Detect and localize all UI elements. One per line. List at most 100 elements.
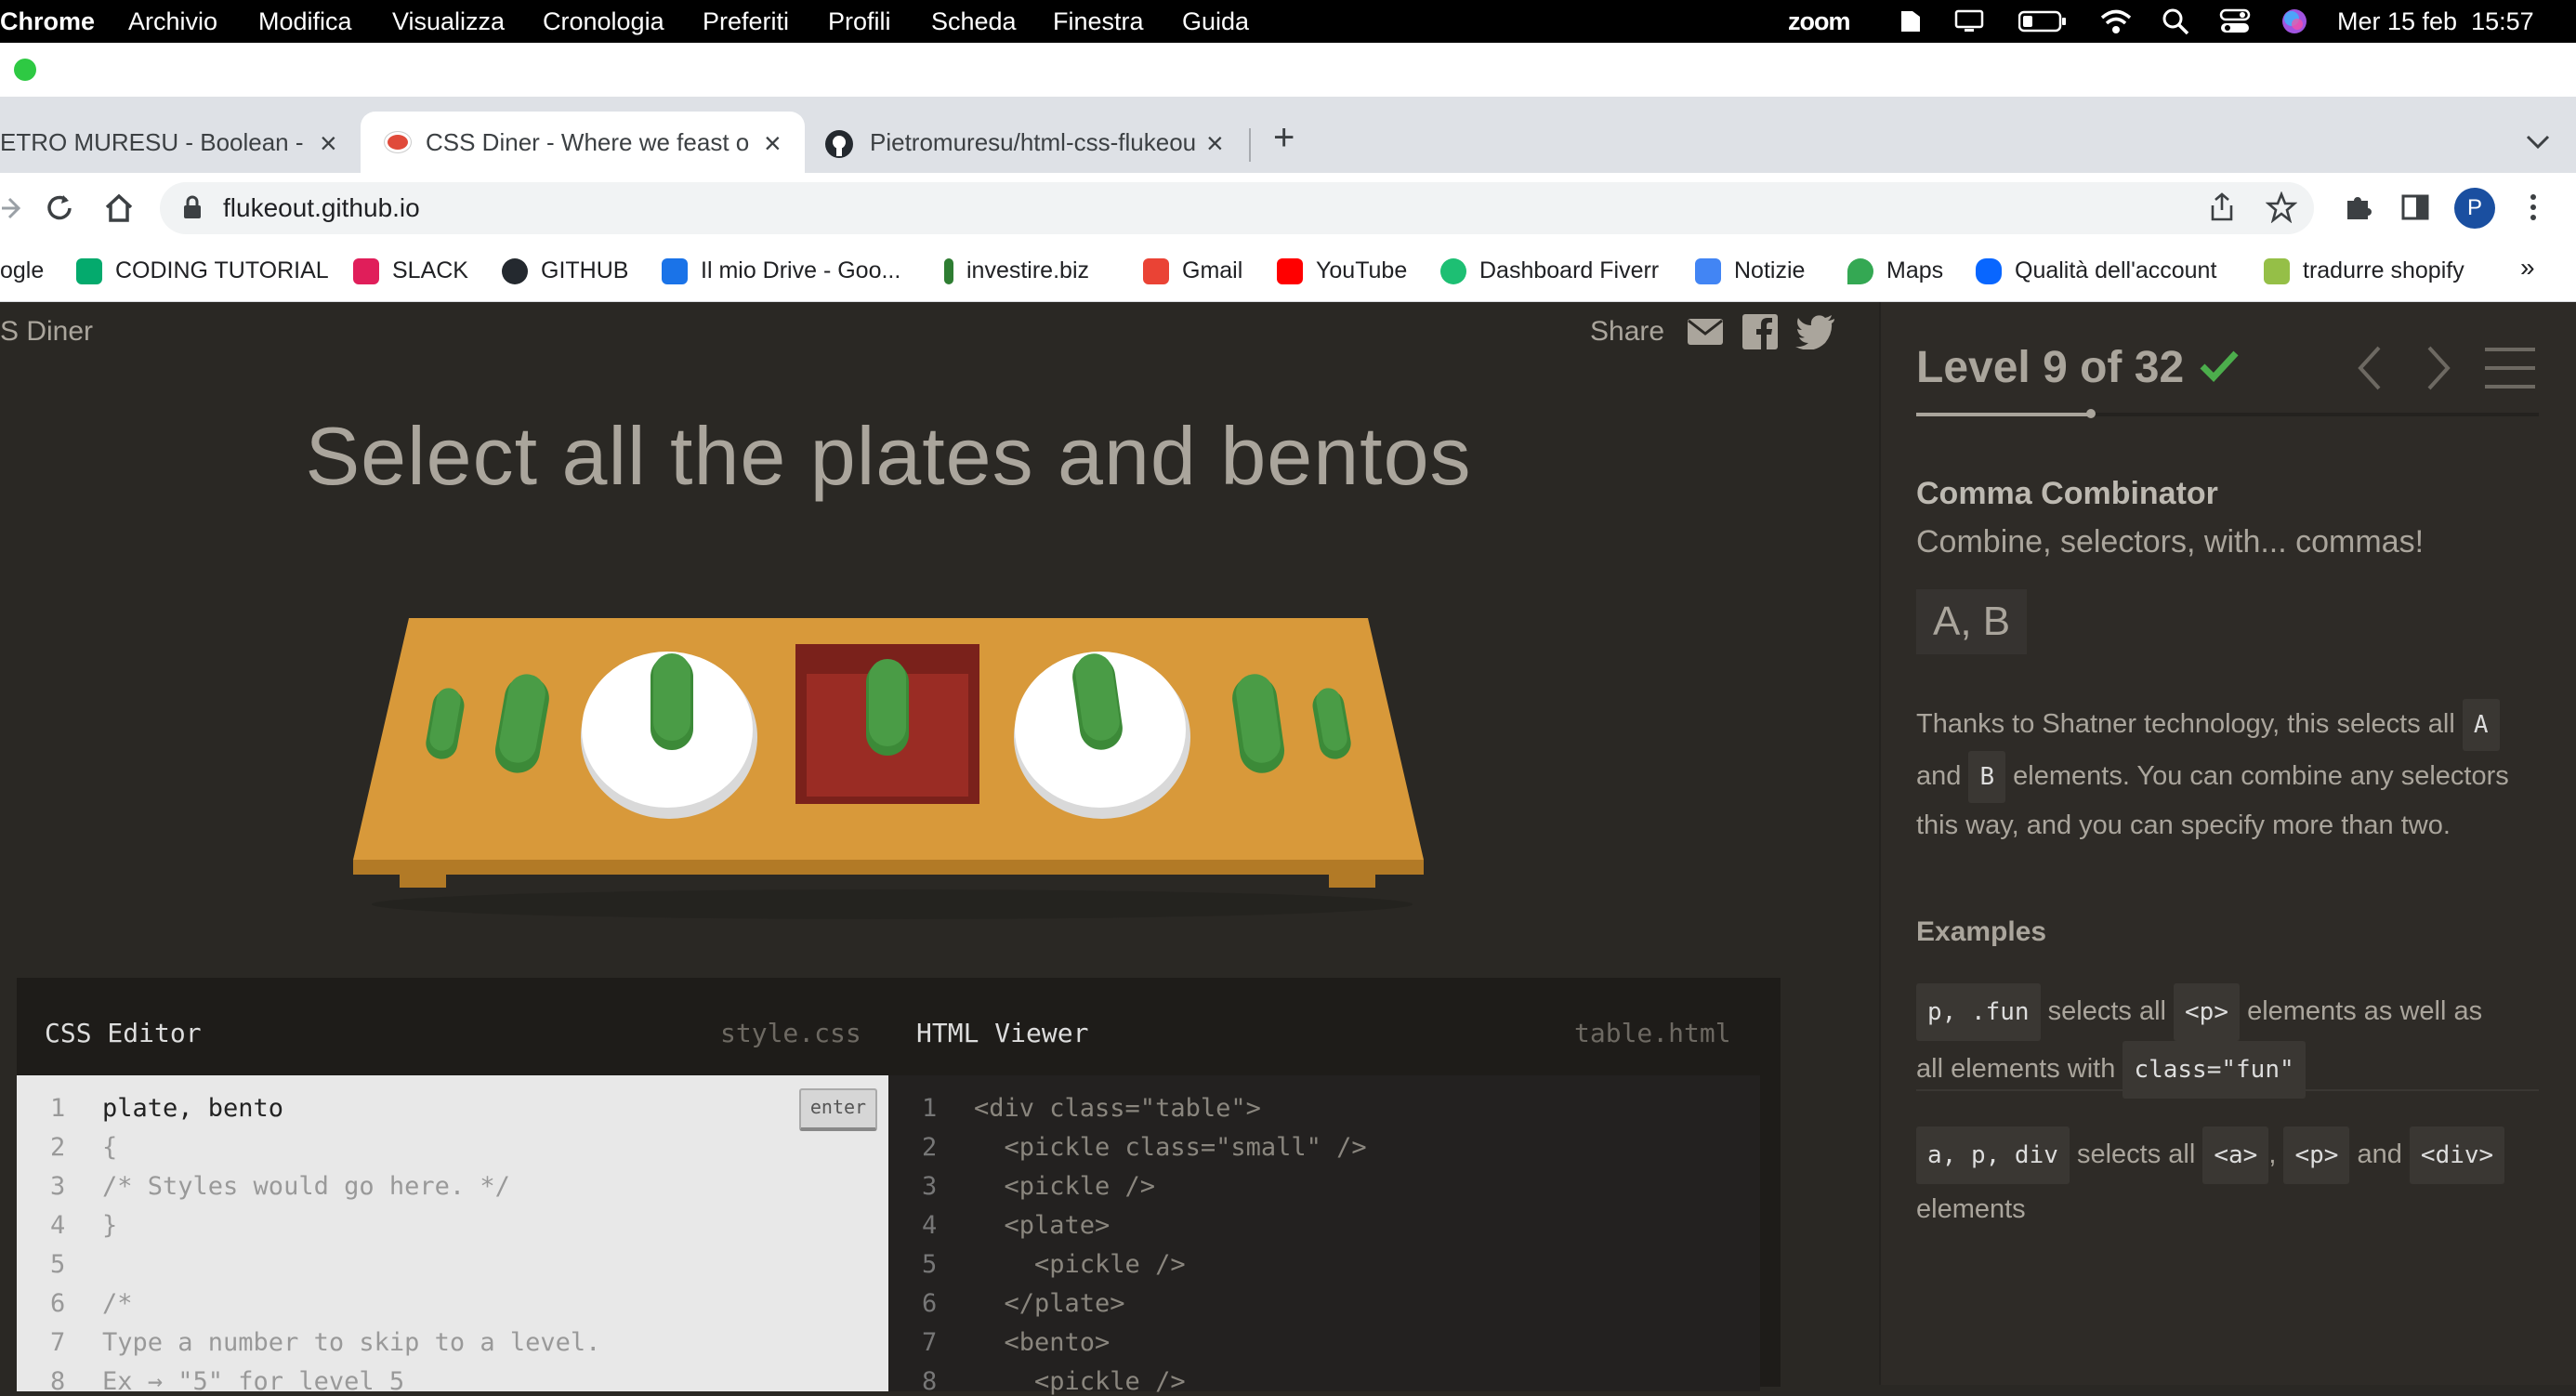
css-editor-pane[interactable]: 1 2 3 4 5 6 7 8 plate, bento { /* Styles… [17,1075,888,1396]
code-chip: a, p, div [1916,1126,2070,1184]
css-input[interactable]: plate, bento [102,1094,283,1123]
bookmark-label: Notizie [1734,257,1806,283]
next-level-icon[interactable] [2425,344,2453,392]
twitter-share-icon[interactable] [1795,314,1836,349]
menubar-app-name[interactable]: Chrome [0,7,95,36]
facebook-share-icon[interactable] [1742,314,1778,349]
line-number: 4 [50,1211,66,1240]
line-number: 6 [50,1289,66,1318]
bookmark-slack[interactable]: SLACK [353,257,468,285]
bento[interactable] [795,644,979,804]
bookmark-google[interactable]: ogle [0,257,44,284]
css-code-line: Ex → "5" for level 5 [102,1367,405,1396]
selector-description: Thanks to Shatner technology, this selec… [1916,699,2557,848]
more-menu-icon[interactable] [2526,191,2541,223]
html-code-line[interactable]: <plate> [974,1211,1111,1240]
siri-icon[interactable] [2280,7,2308,35]
selector-subtitle: Combine, selectors, with... commas! [1916,524,2425,560]
css-code-line: } [102,1211,118,1240]
url-text[interactable]: flukeout.github.io [223,193,420,223]
tab-search-chevron-icon[interactable] [2524,134,2552,151]
menubar-datetime[interactable]: Mer 15 feb 15:57 [2337,7,2534,36]
menubar-item-cronologia[interactable]: Cronologia [543,7,664,36]
level-progress-marker [2085,409,2096,418]
menubar-item-modifica[interactable]: Modifica [258,7,352,36]
bookmark-maps[interactable]: Maps [1847,257,1943,285]
bookmark-investire[interactable]: investire.biz [944,257,1089,285]
bookmark-fiverr[interactable]: Dashboard Fiverr [1440,257,1659,285]
description-text: and [1916,761,1962,791]
html-code-line[interactable]: <pickle /> [974,1367,1186,1396]
html-code-line[interactable]: <pickle class="small" /> [974,1133,1367,1162]
menubar-item-finestra[interactable]: Finestra [1053,7,1144,36]
selector-name: Comma Combinator [1916,476,2218,511]
macos-menubar: Chrome Archivio Modifica Visualizza Cron… [0,0,2576,43]
line-number: 2 [50,1133,66,1162]
slack-icon [353,258,379,285]
lock-icon[interactable] [182,194,203,220]
bookmark-notizie[interactable]: Notizie [1695,257,1806,285]
bookmark-label: ogle [0,257,45,283]
home-icon[interactable] [102,191,136,225]
html-code-line[interactable]: </plate> [974,1289,1125,1318]
spotlight-search-icon[interactable] [2162,7,2189,35]
wifi-icon[interactable] [2100,7,2132,35]
forward-icon[interactable] [0,191,20,225]
menubar-item-archivio[interactable]: Archivio [128,7,217,36]
level-menu-icon[interactable] [2483,346,2537,390]
reload-icon[interactable] [43,191,76,225]
example-text: elements [1916,1194,2026,1224]
html-code-line[interactable]: <bento> [974,1328,1111,1357]
pickle[interactable] [651,653,693,750]
html-code-line[interactable]: <pickle /> [974,1172,1156,1201]
css-editor-title: CSS Editor [45,1018,202,1048]
pickle[interactable] [866,659,909,756]
bookmark-youtube[interactable]: YouTube [1277,257,1407,285]
email-share-icon[interactable] [1687,318,1724,346]
menubar-item-preferiti[interactable]: Preferiti [703,7,789,36]
zoom-status-icon[interactable]: zoom [1788,7,1850,36]
tab-github-repo[interactable]: Pietromuresu/html-css-flukeou × [812,112,1240,173]
window-zoom-button[interactable] [14,59,36,81]
address-bar[interactable]: flukeout.github.io [160,182,2314,234]
game-logo[interactable]: S Diner [0,316,93,348]
close-icon[interactable]: × [320,126,337,161]
bookmark-meta-account[interactable]: Qualità dell'account [1976,257,2216,285]
menubar-item-scheda[interactable]: Scheda [931,7,1017,36]
tab-css-diner[interactable]: CSS Diner - Where we feast on × [361,112,805,173]
new-tab-icon[interactable]: + [1273,117,1295,159]
display-icon[interactable] [1954,9,1984,33]
html-code-line[interactable]: <div class="table"> [974,1094,1261,1123]
close-icon[interactable]: × [764,126,782,161]
line-number: 1 [922,1094,938,1123]
bookmark-github[interactable]: GITHUB [502,257,628,285]
html-code-line[interactable]: <pickle /> [974,1250,1186,1279]
enter-button[interactable]: enter [799,1088,877,1131]
bookmark-coding-tutorial[interactable]: CODING TUTORIAL [76,257,329,285]
more-bookmarks-icon[interactable]: » [2520,253,2535,283]
level-complete-check-icon [2200,350,2239,383]
bookmark-gmail[interactable]: Gmail [1143,257,1242,285]
bookmark-shopify[interactable]: tradurre shopify [2264,257,2464,285]
share-label: Share [1590,316,1665,347]
example-2: a, p, div selects all <a>, <p> and <div>… [1916,1126,2557,1234]
tab-strip: ETRO MURESU - Boolean - S × CSS Diner - … [0,97,2576,173]
close-icon[interactable]: × [1206,126,1224,161]
side-panel-icon[interactable] [2399,191,2431,223]
profile-avatar[interactable]: P [2454,188,2495,229]
share-page-icon[interactable] [2208,191,2236,223]
menubar-item-visualizza[interactable]: Visualizza [392,7,505,36]
battery-icon[interactable] [2018,10,2067,33]
menubar-item-guida[interactable]: Guida [1182,7,1249,36]
menubar-item-profili[interactable]: Profili [828,7,891,36]
extensions-icon[interactable] [2342,191,2373,223]
bookmark-star-icon[interactable] [2266,191,2297,223]
control-center-icon[interactable] [2219,8,2251,34]
example-text: elements as well as [2247,996,2483,1026]
bookmark-drive[interactable]: Il mio Drive - Goo... [662,257,900,285]
tab-boolean[interactable]: ETRO MURESU - Boolean - S × [0,112,353,173]
previous-level-icon[interactable] [2355,344,2383,392]
line-number: 2 [922,1133,938,1162]
evernote-status-icon[interactable] [1894,7,1924,35]
css-diner-favicon [385,132,411,152]
